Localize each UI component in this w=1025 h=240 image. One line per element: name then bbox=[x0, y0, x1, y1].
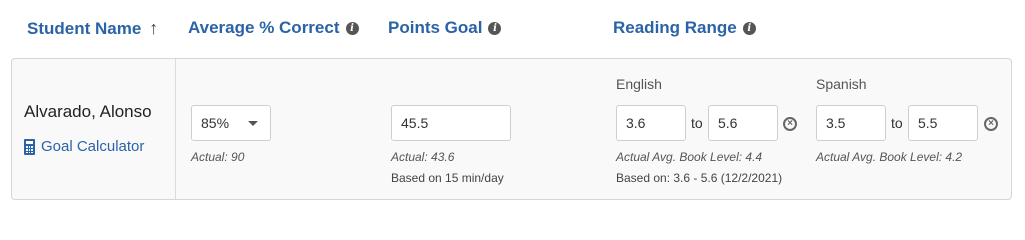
spanish-label: Spanish bbox=[816, 76, 867, 92]
english-to-input[interactable]: 5.6 bbox=[708, 105, 778, 141]
points-goal-header: Points Goal i bbox=[388, 18, 502, 38]
goal-calculator-link[interactable]: Goal Calculator bbox=[24, 138, 144, 155]
points-goal-input[interactable]: 45.5 bbox=[391, 105, 511, 141]
spanish-to-input[interactable]: 5.5 bbox=[908, 105, 978, 141]
average-correct-actual: Actual: 90 bbox=[191, 150, 245, 164]
spanish-to-label: to bbox=[891, 115, 903, 131]
english-avg-level: Actual Avg. Book Level: 4.4 bbox=[616, 150, 763, 164]
column-divider bbox=[175, 59, 176, 199]
spanish-avg-level: Actual Avg. Book Level: 4.2 bbox=[816, 150, 963, 164]
english-to-value: 5.6 bbox=[718, 115, 738, 131]
chevron-down-icon bbox=[248, 121, 258, 126]
points-goal-based-on: Based on 15 min/day bbox=[391, 171, 504, 185]
spanish-to-value: 5.5 bbox=[918, 115, 938, 131]
english-from-value: 3.6 bbox=[626, 115, 646, 131]
clear-circle-icon[interactable]: × bbox=[783, 117, 797, 131]
arrow-up-icon[interactable]: ↑ bbox=[149, 18, 158, 39]
english-to-label: to bbox=[691, 115, 703, 131]
student-name: Alvarado, Alonso bbox=[24, 102, 152, 121]
calculator-icon bbox=[24, 138, 35, 155]
info-icon[interactable]: i bbox=[488, 21, 502, 35]
reading-range-header: Reading Range i bbox=[613, 18, 756, 38]
goal-calculator-label: Goal Calculator bbox=[41, 138, 145, 155]
average-correct-select[interactable]: 85% bbox=[191, 105, 271, 141]
spanish-from-value: 3.5 bbox=[826, 115, 846, 131]
points-goal-header-label: Points Goal bbox=[388, 18, 483, 37]
english-from-input[interactable]: 3.6 bbox=[616, 105, 686, 141]
average-correct-value: 85% bbox=[201, 115, 230, 131]
clear-circle-icon[interactable]: × bbox=[984, 117, 998, 131]
english-label: English bbox=[616, 76, 662, 92]
average-correct-header: Average % Correct i bbox=[188, 18, 359, 38]
average-correct-header-label: Average % Correct bbox=[188, 18, 340, 37]
reading-range-header-label: Reading Range bbox=[613, 18, 737, 37]
info-icon[interactable]: i bbox=[345, 21, 359, 35]
student-name-header-label: Student Name bbox=[27, 18, 142, 38]
student-name-header[interactable]: Student Name ↑ bbox=[27, 18, 158, 39]
info-icon[interactable]: i bbox=[742, 21, 756, 35]
points-goal-value: 45.5 bbox=[401, 115, 429, 131]
spanish-from-input[interactable]: 3.5 bbox=[816, 105, 886, 141]
english-based-on: Based on: 3.6 - 5.6 (12/2/2021) bbox=[616, 171, 783, 185]
points-goal-actual: Actual: 43.6 bbox=[391, 150, 455, 164]
